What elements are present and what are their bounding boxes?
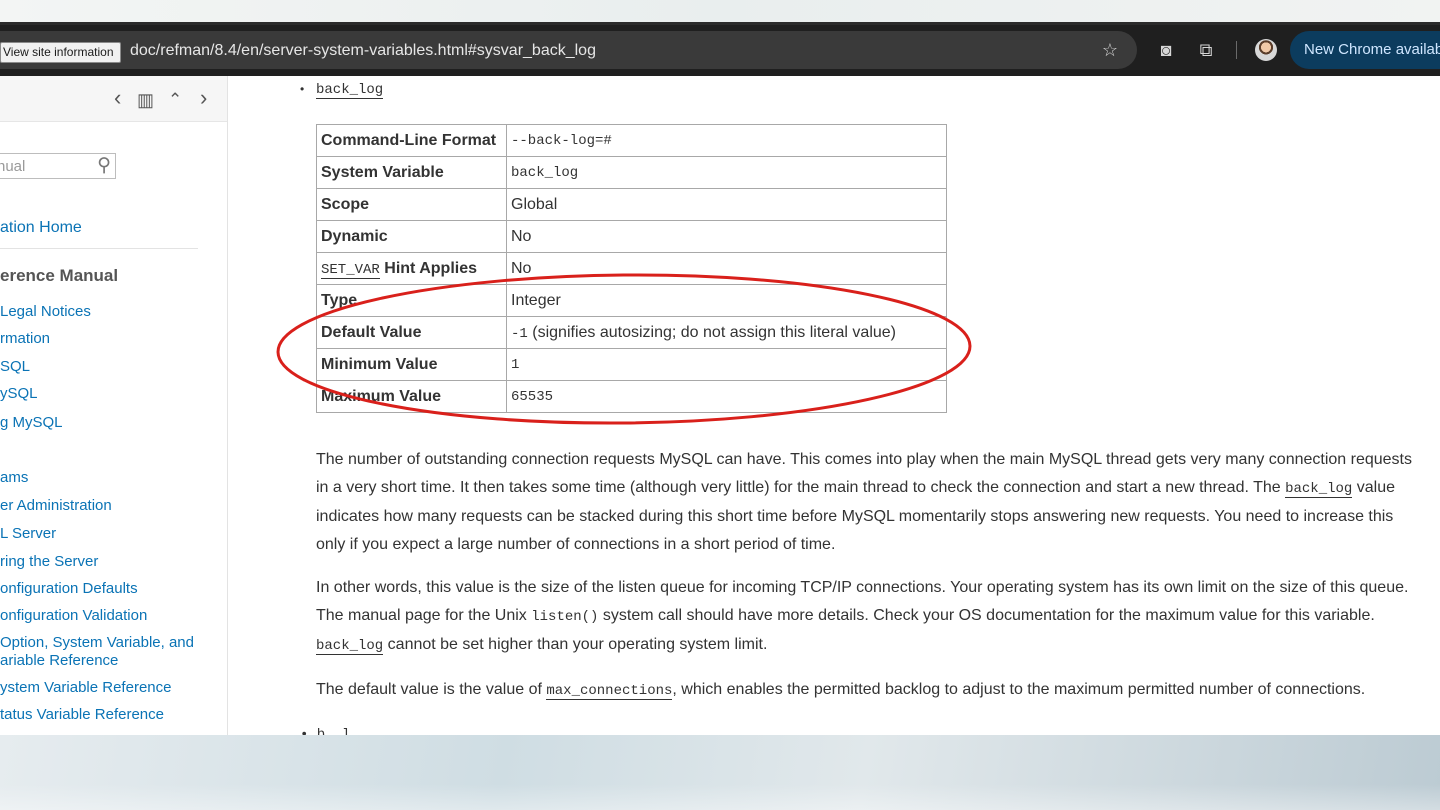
table-row: Minimum Value 1 (316, 348, 947, 381)
set-var-link[interactable]: SET_VAR (321, 261, 380, 279)
docs-sidebar: ‹ ▥ ⌃ › nual ⚲ ation Home erence Manual … (0, 76, 228, 735)
sidebar-item[interactable]: Option, System Variable, and (0, 634, 194, 652)
url-text[interactable]: doc/refman/8.4/en/server-system-variable… (130, 40, 596, 62)
star-icon[interactable]: ☆ (1100, 40, 1120, 60)
back-log-link[interactable]: back_log (1285, 481, 1353, 498)
sidebar-item[interactable]: SQL (0, 358, 30, 376)
bullet-marker: • (300, 82, 305, 96)
description-paragraph-3: The default value is the value of max_co… (316, 676, 1426, 705)
table-row: Command-Line Format --back-log=# (316, 124, 947, 157)
sidebar-item[interactable]: ring the Server (0, 553, 98, 571)
sidebar-item[interactable]: L Server (0, 525, 56, 543)
row-label: Minimum Value (316, 348, 507, 381)
variable-properties-table: Command-Line Format --back-log=# System … (316, 124, 947, 413)
paragraph-text: system call should have more details. Ch… (598, 607, 1375, 624)
manual-search-input[interactable]: nual ⚲ (0, 153, 116, 179)
row-label: SET_VAR Hint Applies (316, 252, 507, 285)
back-log-link[interactable]: back_log (316, 638, 384, 655)
table-row: Type Integer (316, 284, 947, 317)
row-label: Maximum Value (316, 380, 507, 413)
paragraph-text: The number of outstanding connection req… (316, 451, 1412, 496)
default-value-note: (signifies autosizing; do not assign thi… (532, 323, 897, 341)
paragraph-text: The default value is the value of (316, 681, 547, 698)
sidebar-item[interactable]: ystem Variable Reference (0, 679, 171, 697)
chevron-left-icon[interactable]: ‹ (114, 86, 121, 110)
system-variable-link[interactable]: back_log (506, 156, 947, 189)
sidebar-item[interactable]: onfiguration Validation (0, 607, 147, 625)
site-info-tooltip[interactable]: View site information (0, 42, 121, 63)
chevron-up-icon[interactable]: ⌃ (168, 88, 182, 112)
table-row: Default Value -1 (signifies autosizing; … (316, 316, 947, 349)
sidebar-item[interactable]: onfiguration Defaults (0, 580, 138, 598)
listen-code: listen() (531, 609, 599, 625)
search-icon[interactable]: ⚲ (97, 154, 111, 177)
paragraph-text: cannot be set higher than your operating… (383, 636, 768, 653)
row-value: Integer (506, 284, 947, 317)
table-row: Dynamic No (316, 220, 947, 253)
profile-avatar[interactable] (1255, 39, 1277, 61)
default-value-code: -1 (511, 325, 528, 342)
extensions-icon[interactable]: ⧉ (1196, 40, 1216, 60)
sidebar-divider (0, 248, 198, 249)
description-paragraph-2: In other words, this value is the size o… (316, 574, 1426, 660)
row-label: System Variable (316, 156, 507, 189)
row-label: Scope (316, 188, 507, 221)
sidebar-item[interactable]: g MySQL (0, 414, 63, 432)
sidebar-item[interactable]: ySQL (0, 385, 38, 403)
documentation-home-link[interactable]: ation Home (0, 219, 82, 237)
page-content: ‹ ▥ ⌃ › nual ⚲ ation Home erence Manual … (0, 76, 1440, 735)
chevron-right-icon[interactable]: › (200, 86, 207, 110)
next-list-item-cutoff: • b_ l (300, 727, 351, 735)
toolbar-separator (1236, 41, 1237, 59)
paragraph-text: , which enables the permitted backlog to… (672, 681, 1366, 698)
row-label: Command-Line Format (316, 124, 507, 157)
max-connections-link[interactable]: max_connections (546, 683, 673, 700)
desktop-background-top (0, 0, 1440, 22)
reference-manual-title: erence Manual (0, 266, 119, 285)
book-icon[interactable]: ▥ (137, 88, 154, 112)
row-label: Dynamic (316, 220, 507, 253)
table-row: Maximum Value 65535 (316, 380, 947, 413)
sidebar-item[interactable]: er Administration (0, 497, 112, 515)
row-label-text: Hint Applies (384, 259, 478, 277)
row-label: Default Value (316, 316, 507, 349)
sidebar-item[interactable]: ams (0, 469, 28, 487)
camera-icon[interactable]: ◙ (1156, 40, 1176, 60)
new-chrome-available-button[interactable]: New Chrome availab (1290, 31, 1440, 69)
row-value: Global (506, 188, 947, 221)
sidebar-nav-header: ‹ ▥ ⌃ › (0, 76, 227, 122)
row-value: 1 (506, 348, 947, 381)
row-value: No (506, 252, 947, 285)
sidebar-item[interactable]: ariable Reference (0, 652, 118, 670)
row-value: --back-log=# (506, 124, 947, 157)
table-row: System Variable back_log (316, 156, 947, 189)
table-row: SET_VAR Hint Applies No (316, 252, 947, 285)
row-value: -1 (signifies autosizing; do not assign … (506, 316, 947, 349)
description-paragraph-1: The number of outstanding connection req… (316, 446, 1426, 559)
sidebar-item[interactable]: tatus Variable Reference (0, 706, 164, 724)
variable-anchor-link[interactable]: back_log (316, 82, 384, 99)
row-value: No (506, 220, 947, 253)
row-label: Type (316, 284, 507, 317)
search-placeholder: nual (0, 158, 26, 175)
sidebar-item[interactable]: rmation (0, 330, 50, 348)
sidebar-item[interactable]: Legal Notices (0, 303, 91, 321)
table-row: Scope Global (316, 188, 947, 221)
row-value: 65535 (506, 380, 947, 413)
desktop-background-bottom (0, 735, 1440, 810)
tab-strip-edge (0, 22, 1440, 25)
